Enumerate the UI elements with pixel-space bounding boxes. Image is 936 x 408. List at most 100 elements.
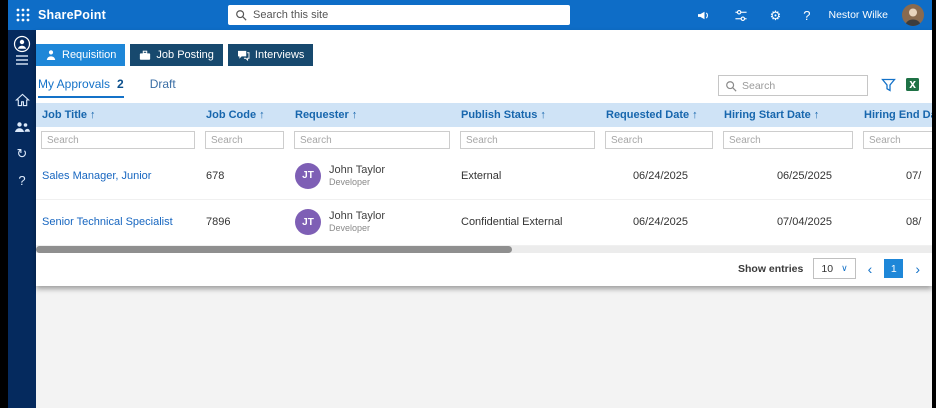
page-size-select[interactable]: 10 ∨ bbox=[813, 258, 856, 279]
search-icon bbox=[726, 80, 737, 92]
filter-row bbox=[36, 127, 932, 153]
column-label: Hiring Start Date bbox=[724, 109, 811, 121]
column-label: Requested Date bbox=[606, 109, 690, 121]
current-page-button[interactable]: 1 bbox=[884, 259, 904, 278]
column-header-job-title[interactable]: Job Title ↑ bbox=[36, 103, 200, 127]
filter-input-requester[interactable] bbox=[294, 131, 450, 149]
history-icon: ↻ bbox=[16, 145, 28, 161]
sidebar-help-icon: ? bbox=[18, 172, 26, 188]
table-row: Senior Technical Specialist 7896 JT John… bbox=[36, 199, 932, 245]
requested-date-cell: 06/24/2025 bbox=[632, 216, 688, 228]
excel-export-icon[interactable] bbox=[905, 77, 920, 92]
job-code-cell: 7896 bbox=[206, 216, 231, 228]
settings-gear-icon[interactable]: ⚙ bbox=[770, 9, 782, 22]
sharepoint-app-window: SharePoint ⚙ ? Nestor Wilke bbox=[0, 0, 936, 408]
people-icon bbox=[15, 122, 30, 132]
job-title-link[interactable]: Sales Manager, Junior bbox=[42, 170, 151, 182]
column-label: Job Code bbox=[206, 109, 257, 121]
app-launcher-button[interactable] bbox=[8, 0, 38, 30]
horizontal-scrollbar[interactable] bbox=[36, 246, 932, 253]
sort-ascending-icon: ↑ bbox=[259, 109, 265, 121]
column-header-requester[interactable]: Requester ↑ bbox=[289, 103, 455, 127]
sort-ascending-icon: ↑ bbox=[813, 109, 820, 121]
site-search-box[interactable] bbox=[228, 5, 570, 25]
tab-my-approvals[interactable]: My Approvals 2 bbox=[38, 77, 124, 98]
tab-my-approvals-label: My Approvals bbox=[38, 77, 111, 91]
sidebar-item-people[interactable] bbox=[8, 119, 36, 135]
filter-input-job-title[interactable] bbox=[41, 131, 195, 149]
app-name: SharePoint bbox=[38, 8, 106, 22]
filter-input-hiring-end-date[interactable] bbox=[863, 131, 932, 149]
column-header-requested-date[interactable]: Requested Date ↑ bbox=[600, 103, 718, 127]
suite-bar-right: ⚙ ? Nestor Wilke bbox=[697, 0, 924, 30]
tab-draft[interactable]: Draft bbox=[150, 77, 176, 96]
sort-ascending-icon: ↑ bbox=[90, 109, 96, 121]
sidebar-item-history[interactable]: ↻ bbox=[8, 145, 36, 161]
requester-name: John Taylor bbox=[329, 210, 386, 222]
filter-icon[interactable] bbox=[881, 78, 896, 92]
site-search-input[interactable] bbox=[253, 9, 563, 21]
requester-name: John Taylor bbox=[329, 163, 386, 176]
filter-input-publish-status[interactable] bbox=[460, 131, 595, 149]
column-label: Hiring End Date bbox=[864, 109, 932, 121]
job-posting-button-label: Job Posting bbox=[156, 49, 214, 61]
hiring-start-date-cell: 07/04/2025 bbox=[776, 216, 832, 228]
page-size-value: 10 bbox=[821, 262, 834, 275]
column-header-job-code[interactable]: Job Code ↑ bbox=[200, 103, 289, 127]
job-code-cell: 678 bbox=[206, 169, 225, 182]
main-content: Requisition Job Posting Interviews My Ap… bbox=[36, 30, 932, 408]
publish-status-cell: External bbox=[461, 169, 502, 182]
requested-date-cell: 06/24/2025 bbox=[632, 169, 688, 182]
requisition-button[interactable]: Requisition bbox=[36, 44, 126, 66]
caret-down-icon: ∨ bbox=[841, 263, 848, 273]
sidebar-item-menu[interactable] bbox=[8, 52, 36, 68]
sort-ascending-icon: ↑ bbox=[540, 109, 546, 121]
menu-icon bbox=[16, 55, 28, 65]
requester-role: Developer bbox=[329, 223, 371, 234]
requester-avatar: JT bbox=[295, 162, 321, 189]
list-search-box[interactable] bbox=[718, 75, 868, 96]
column-label: Requester bbox=[295, 109, 349, 121]
hiring-start-date-cell: 06/25/2025 bbox=[776, 169, 832, 182]
next-page-button[interactable]: › bbox=[913, 261, 922, 277]
chat-bubbles-icon bbox=[237, 50, 250, 61]
sliders-icon[interactable] bbox=[734, 9, 748, 22]
job-posting-button[interactable]: Job Posting bbox=[130, 44, 223, 66]
show-entries-label: Show entries bbox=[738, 262, 804, 275]
module-toolbar: Requisition Job Posting Interviews bbox=[36, 44, 314, 66]
column-header-hiring-end-date[interactable]: Hiring End Date↑ bbox=[858, 103, 932, 127]
previous-page-button[interactable]: ‹ bbox=[866, 261, 875, 277]
interviews-button[interactable]: Interviews bbox=[227, 44, 314, 66]
user-avatar[interactable] bbox=[902, 4, 924, 26]
briefcase-icon bbox=[140, 50, 151, 60]
column-header-publish-status[interactable]: Publish Status ↑ bbox=[455, 103, 600, 127]
requester-cell: JT John Taylor Developer bbox=[295, 209, 449, 235]
approvals-table: Job Title ↑ Job Code ↑ Requester ↑ Publish … bbox=[36, 103, 932, 246]
waffle-icon bbox=[16, 8, 30, 22]
sidebar-item-home[interactable] bbox=[8, 92, 36, 108]
side-nav: ↻ ? bbox=[8, 30, 36, 408]
requester-cell: JT John Taylor Developer bbox=[295, 162, 449, 189]
pagination: Show entries 10 ∨ ‹ 1 › bbox=[738, 258, 922, 279]
help-icon[interactable]: ? bbox=[803, 9, 810, 22]
sort-ascending-icon: ↑ bbox=[351, 109, 358, 121]
requester-avatar: JT bbox=[295, 209, 321, 235]
interviews-button-label: Interviews bbox=[254, 49, 305, 61]
tab-draft-label: Draft bbox=[149, 77, 176, 91]
column-header-hiring-start-date[interactable]: Hiring Start Date ↑ bbox=[718, 103, 858, 127]
filter-input-job-code[interactable] bbox=[205, 131, 284, 149]
hiring-end-date-cell: 07/ bbox=[906, 169, 922, 182]
user-photo-icon bbox=[902, 4, 924, 26]
user-name[interactable]: Nestor Wilke bbox=[828, 9, 888, 21]
filter-input-requested-date[interactable] bbox=[605, 131, 713, 149]
publish-status-cell: Confidential External bbox=[461, 216, 563, 228]
job-title-link[interactable]: Senior Technical Specialist bbox=[42, 216, 173, 228]
scrollbar-thumb[interactable] bbox=[36, 246, 512, 253]
list-toolbar-icons bbox=[881, 77, 920, 92]
filter-input-hiring-start-date[interactable] bbox=[723, 131, 853, 149]
user-circle-icon bbox=[13, 35, 31, 53]
sidebar-item-profile[interactable] bbox=[8, 35, 36, 53]
list-search-input[interactable] bbox=[742, 79, 861, 92]
sidebar-item-help[interactable]: ? bbox=[8, 172, 36, 188]
megaphone-icon[interactable] bbox=[697, 9, 712, 22]
